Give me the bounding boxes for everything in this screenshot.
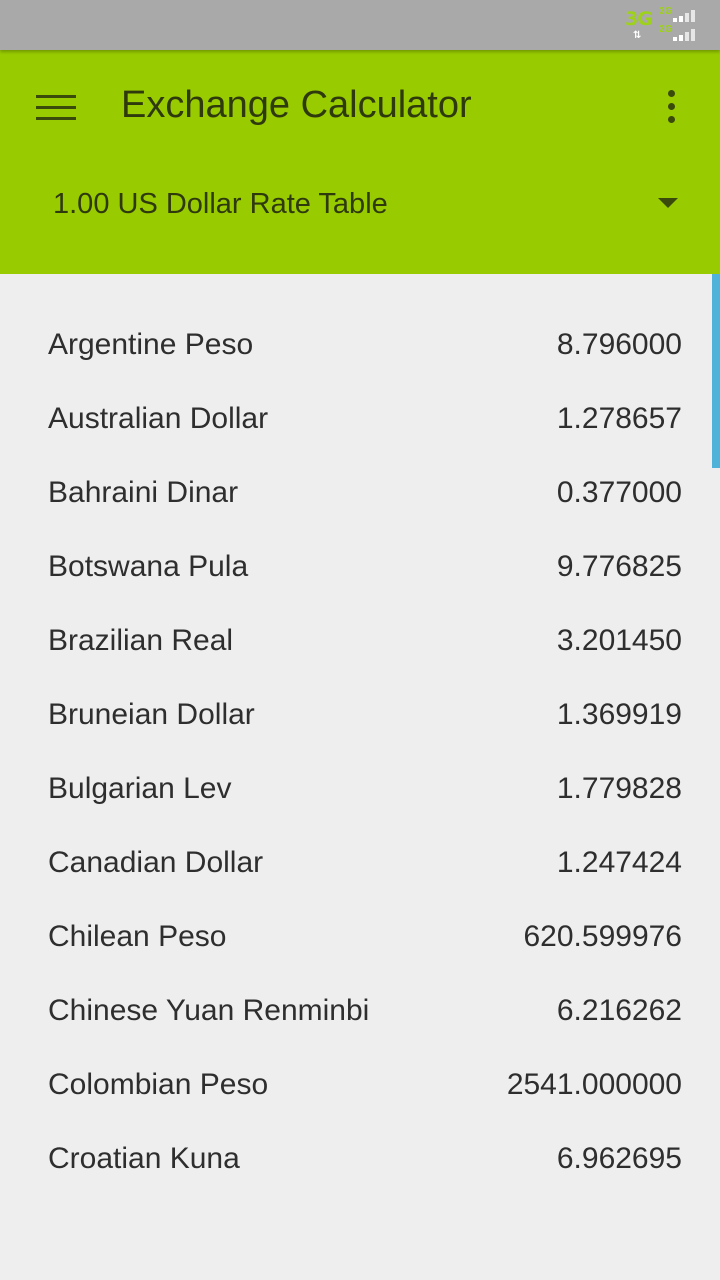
currency-rate: 0.377000 [556, 476, 682, 509]
currency-name: Argentine Peso [48, 328, 254, 361]
base-currency-selector[interactable]: 1.00 US Dollar Rate Table [0, 174, 720, 238]
currency-rate: 8.796000 [556, 328, 682, 361]
currency-name: Canadian Dollar [48, 846, 264, 879]
currency-rate: 2541.000000 [506, 1068, 682, 1101]
rate-row[interactable]: Croatian Kuna 6.962695 [0, 1122, 720, 1196]
rate-row[interactable]: Brazilian Real 3.201450 [0, 604, 720, 678]
currency-rate: 6.216262 [556, 994, 682, 1027]
currency-name: Botswana Pula [48, 550, 249, 583]
currency-name: Colombian Peso [48, 1068, 269, 1101]
app-title: Exchange Calculator [121, 84, 472, 126]
hamburger-menu-icon[interactable] [36, 95, 76, 121]
sim2-signal-icon [673, 29, 699, 41]
rate-row[interactable]: Chinese Yuan Renminbi 6.216262 [0, 974, 720, 1048]
currency-name: Chinese Yuan Renminbi [48, 994, 370, 1027]
rate-row[interactable]: Canadian Dollar 1.247424 [0, 826, 720, 900]
sim1-network-label: 3G [659, 6, 673, 17]
data-activity-icon: ⇅ [633, 30, 641, 41]
currency-name: Bruneian Dollar [48, 698, 255, 731]
currency-rate: 3.201450 [556, 624, 682, 657]
more-vertical-icon[interactable] [660, 86, 684, 126]
rate-row[interactable]: Colombian Peso 2541.000000 [0, 1048, 720, 1122]
rate-row[interactable]: Bahraini Dinar 0.377000 [0, 456, 720, 530]
currency-name: Brazilian Real [48, 624, 234, 657]
sim1-signal-icon [673, 10, 699, 22]
currency-name: Australian Dollar [48, 402, 269, 435]
currency-rate: 1.247424 [556, 846, 682, 879]
rate-table-label: 1.00 US Dollar Rate Table [53, 188, 388, 220]
rate-list[interactable]: Argentine Peso 8.796000 Australian Dolla… [0, 274, 720, 1280]
rate-row[interactable]: Bruneian Dollar 1.369919 [0, 678, 720, 752]
currency-rate: 620.599976 [523, 920, 683, 953]
currency-name: Bulgarian Lev [48, 772, 232, 805]
rate-row[interactable]: Chilean Peso 620.599976 [0, 900, 720, 974]
sim2-network-label: 2G [659, 24, 673, 35]
rate-row[interactable]: Botswana Pula 9.776825 [0, 530, 720, 604]
status-bar: 3G ⇅ 3G 2G [0, 0, 720, 50]
currency-rate: 1.369919 [556, 698, 682, 731]
rate-row[interactable]: Australian Dollar 1.278657 [0, 382, 720, 456]
currency-name: Croatian Kuna [48, 1142, 240, 1175]
app-bar: Exchange Calculator 1.00 US Dollar Rate … [0, 50, 720, 274]
dropdown-arrow-icon [658, 198, 678, 208]
currency-name: Chilean Peso [48, 920, 227, 953]
currency-rate: 1.779828 [556, 772, 682, 805]
currency-rate: 1.278657 [556, 402, 682, 435]
rate-row[interactable]: Bulgarian Lev 1.779828 [0, 752, 720, 826]
currency-rate: 9.776825 [556, 550, 682, 583]
currency-rate: 6.962695 [556, 1142, 682, 1175]
currency-name: Bahraini Dinar [48, 476, 239, 509]
rate-row[interactable]: Argentine Peso 8.796000 [0, 308, 720, 382]
network-type-indicator: 3G [625, 8, 653, 30]
